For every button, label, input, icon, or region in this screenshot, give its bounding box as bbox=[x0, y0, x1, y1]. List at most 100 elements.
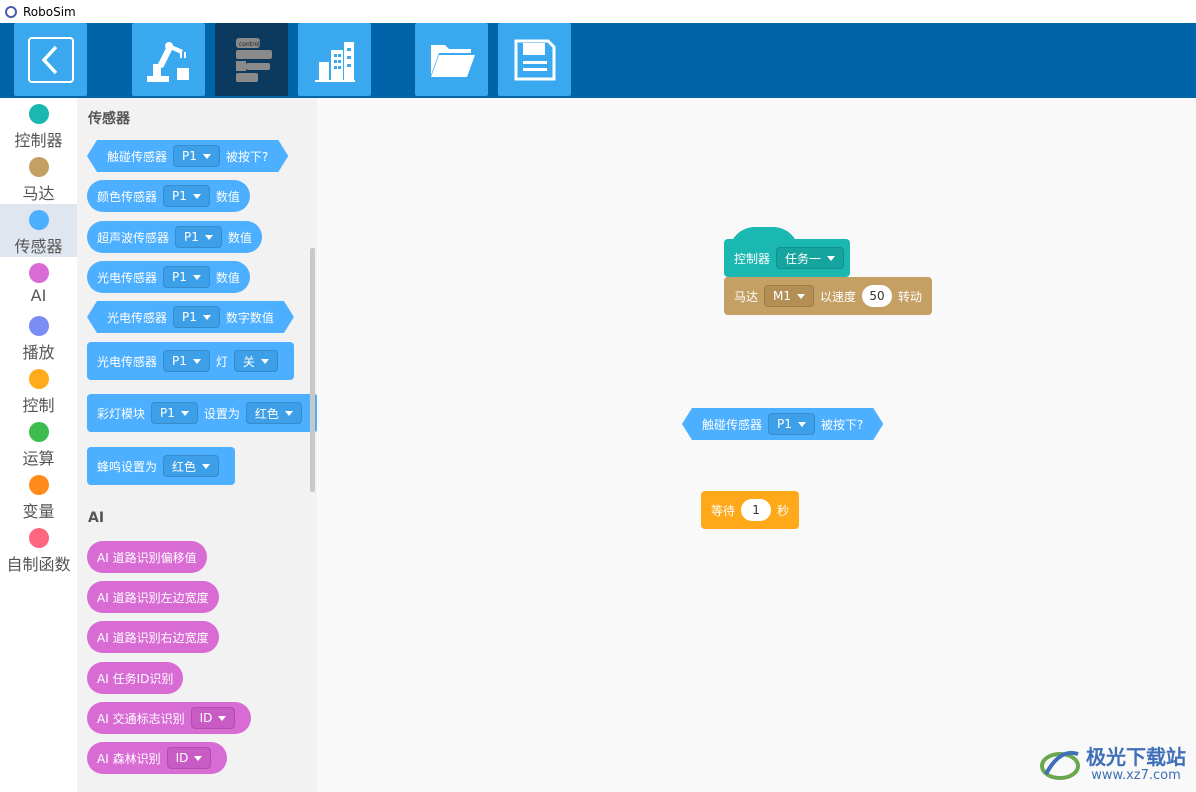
folder-icon bbox=[430, 44, 475, 77]
caret-down-icon bbox=[192, 274, 201, 280]
workspace-block-touch-sensor[interactable]: 触碰传感器 P1 被按下? bbox=[682, 408, 883, 440]
port-dropdown[interactable]: P1 bbox=[768, 413, 815, 435]
block-text: 超声波传感器 bbox=[97, 230, 170, 245]
workspace-block-controller[interactable]: 控制器 任务一 bbox=[724, 239, 850, 277]
block-text: 马达 bbox=[734, 289, 759, 304]
category-control[interactable]: 控制 bbox=[0, 363, 77, 416]
caret-down-icon bbox=[260, 358, 269, 364]
block-text: 以速度 bbox=[820, 289, 857, 304]
port-dropdown[interactable]: P1 bbox=[151, 402, 198, 424]
category-dot bbox=[28, 422, 49, 442]
port-dropdown[interactable]: P1 bbox=[173, 306, 220, 328]
block-ai-road-right[interactable]: AI 道路识别右边宽度 bbox=[87, 621, 219, 653]
watermark-name: 极光下载站 bbox=[1086, 744, 1186, 769]
block-text: 蜂鸣设置为 bbox=[97, 459, 158, 474]
block-text: AI 交通标志识别 bbox=[97, 711, 185, 726]
speed-input[interactable]: 50 bbox=[862, 285, 893, 307]
caret-down-icon bbox=[798, 422, 806, 427]
category-dot bbox=[28, 263, 49, 283]
control-blocks-icon: control bbox=[235, 37, 272, 82]
block-text: 数字数值 bbox=[225, 310, 274, 325]
category-variables[interactable]: 变量 bbox=[0, 469, 77, 522]
caret-down-icon bbox=[180, 410, 189, 416]
script-workspace[interactable] bbox=[317, 98, 1196, 792]
section-title-sensor: 传感器 bbox=[88, 111, 130, 127]
block-text: 颜色传感器 bbox=[97, 189, 158, 204]
block-ai-road-left[interactable]: AI 道路识别左边宽度 bbox=[87, 581, 219, 613]
caret-down-icon bbox=[194, 755, 203, 761]
caret-down-icon bbox=[202, 463, 211, 469]
block-text: 控制器 bbox=[734, 251, 771, 266]
category-sensor[interactable]: 传感器 bbox=[0, 204, 77, 257]
block-photo-sensor[interactable]: 光电传感器 P1 数值 bbox=[87, 261, 250, 293]
watermark-url: www.xz7.com bbox=[1091, 767, 1181, 783]
port-dropdown[interactable]: P1 bbox=[163, 185, 210, 207]
state-dropdown[interactable]: 关 bbox=[233, 350, 278, 372]
control-blocks-button[interactable]: control bbox=[215, 23, 288, 96]
color-dropdown[interactable]: 红色 bbox=[163, 455, 220, 477]
caret-down-icon bbox=[192, 193, 201, 199]
block-ai-forest[interactable]: AI 森林识别 ID bbox=[87, 742, 228, 774]
port-dropdown[interactable]: P1 bbox=[173, 145, 220, 167]
category-motor[interactable]: 马达 bbox=[0, 151, 77, 204]
caret-down-icon bbox=[203, 154, 211, 159]
block-text: AI 道路识别右边宽度 bbox=[97, 630, 209, 645]
category-operators[interactable]: 运算 bbox=[0, 416, 77, 469]
category-label: 变量 bbox=[22, 502, 55, 521]
block-text: 转动 bbox=[898, 289, 923, 304]
category-label: 运算 bbox=[22, 449, 55, 468]
category-controller[interactable]: 控制器 bbox=[0, 98, 77, 151]
id-dropdown[interactable]: ID bbox=[190, 707, 236, 729]
color-dropdown[interactable]: 红色 bbox=[245, 402, 302, 424]
seconds-input[interactable]: 1 bbox=[741, 499, 772, 521]
watermark-logo-icon bbox=[1040, 751, 1080, 780]
caret-down-icon bbox=[204, 234, 213, 240]
caret-down-icon bbox=[192, 358, 201, 364]
buildings-button[interactable] bbox=[298, 23, 371, 96]
block-ai-task-id[interactable]: AI 任务ID识别 bbox=[87, 662, 184, 694]
block-led-module[interactable]: 彩灯模块 P1 设置为 红色 bbox=[87, 394, 318, 432]
category-play[interactable]: 播放 bbox=[0, 310, 77, 363]
block-text: 等待 bbox=[711, 503, 736, 518]
block-ai-traffic-sign[interactable]: AI 交通标志识别 ID bbox=[87, 702, 252, 734]
block-text: 触碰传感器 bbox=[107, 149, 168, 164]
block-ai-road-offset[interactable]: AI 道路识别偏移值 bbox=[87, 541, 207, 573]
workspace-block-wait[interactable]: 等待 1 秒 bbox=[701, 491, 800, 529]
title-bar: RoboSim bbox=[0, 0, 1196, 23]
category-my-blocks[interactable]: 自制函数 bbox=[0, 522, 77, 575]
category-ai[interactable]: AI bbox=[0, 257, 77, 310]
block-color-sensor[interactable]: 颜色传感器 P1 数值 bbox=[87, 180, 250, 212]
open-folder-button[interactable] bbox=[415, 23, 488, 96]
robot-arm-icon bbox=[146, 41, 189, 82]
id-dropdown[interactable]: ID bbox=[166, 747, 212, 769]
block-text: AI 森林识别 bbox=[97, 751, 161, 766]
window-title: RoboSim bbox=[23, 4, 76, 19]
block-touch-sensor[interactable]: 触碰传感器 P1 被按下? bbox=[87, 140, 288, 172]
block-text: 数值 bbox=[227, 230, 252, 245]
palette-scrollbar[interactable] bbox=[310, 248, 315, 492]
category-label: AI bbox=[30, 286, 47, 305]
port-dropdown[interactable]: P1 bbox=[163, 266, 210, 288]
back-button[interactable] bbox=[14, 23, 87, 96]
block-text: 光电传感器 bbox=[97, 270, 158, 285]
motor-dropdown[interactable]: M1 bbox=[764, 285, 815, 307]
category-label: 播放 bbox=[22, 343, 55, 362]
block-text: AI 道路识别偏移值 bbox=[97, 550, 197, 565]
port-dropdown[interactable]: P1 bbox=[163, 350, 210, 372]
port-dropdown[interactable]: P1 bbox=[175, 226, 222, 248]
block-text: 灯 bbox=[215, 354, 228, 369]
block-buzzer[interactable]: 蜂鸣设置为 红色 bbox=[87, 447, 236, 485]
floppy-disk-icon bbox=[514, 39, 555, 80]
block-ultrasonic-sensor[interactable]: 超声波传感器 P1 数值 bbox=[87, 221, 262, 253]
task-dropdown[interactable]: 任务一 bbox=[776, 247, 845, 269]
block-photo-sensor-light[interactable]: 光电传感器 P1 灯 关 bbox=[87, 342, 294, 380]
save-button[interactable] bbox=[498, 23, 571, 96]
block-text: AI 道路识别左边宽度 bbox=[97, 590, 209, 605]
workspace-block-motor[interactable]: 马达 M1 以速度 50 转动 bbox=[724, 277, 933, 315]
block-text: 数值 bbox=[215, 270, 240, 285]
category-nav: 控制器 马达 传感器 AI 播放 控制 运算 变量 自制函数 bbox=[0, 98, 77, 792]
caret-down-icon bbox=[218, 715, 227, 721]
block-photo-sensor-digital[interactable]: 光电传感器 P1 数字数值 bbox=[87, 301, 294, 333]
block-text: 光电传感器 bbox=[107, 310, 168, 325]
robot-arm-button[interactable] bbox=[132, 23, 205, 96]
